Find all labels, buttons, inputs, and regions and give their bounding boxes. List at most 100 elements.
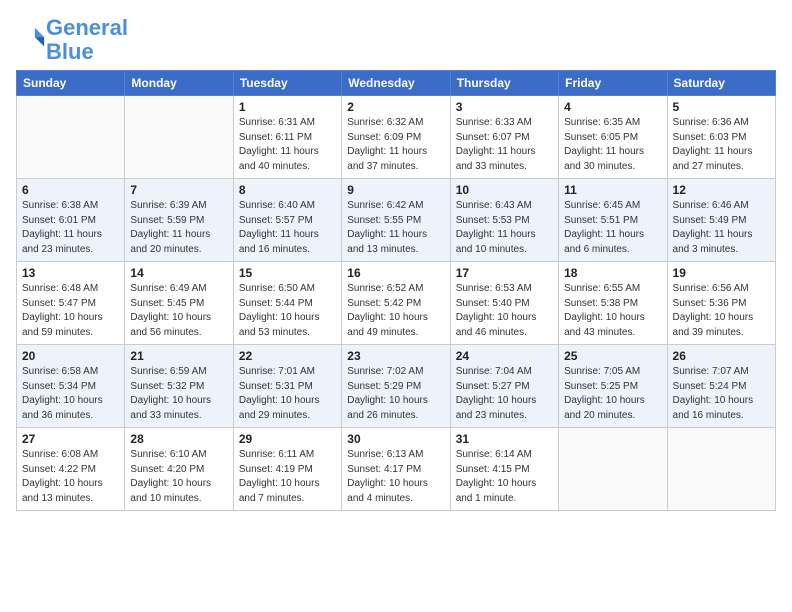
day-info: Sunrise: 6:32 AM Sunset: 6:09 PM Dayligh… <box>347 116 444 174</box>
day-info: Sunrise: 6:46 AM Sunset: 5:49 PM Dayligh… <box>673 199 770 257</box>
day-number: 5 <box>673 100 770 114</box>
calendar-week-row: 1 Sunrise: 6:31 AM Sunset: 6:11 PM Daylig… <box>17 96 776 179</box>
day-info: Sunrise: 7:07 AM Sunset: 5:24 PM Dayligh… <box>673 365 770 423</box>
day-number: 22 <box>239 349 336 363</box>
calendar-cell: 21 Sunrise: 6:59 AM Sunset: 5:32 PM Dayli… <box>125 345 233 428</box>
day-number: 21 <box>130 349 227 363</box>
day-number: 26 <box>673 349 770 363</box>
calendar-cell: 6 Sunrise: 6:38 AM Sunset: 6:01 PM Daylig… <box>17 179 125 262</box>
calendar-cell: 5 Sunrise: 6:36 AM Sunset: 6:03 PM Daylig… <box>667 96 775 179</box>
day-info: Sunrise: 6:08 AM Sunset: 4:22 PM Dayligh… <box>22 448 119 506</box>
day-info: Sunrise: 7:01 AM Sunset: 5:31 PM Dayligh… <box>239 365 336 423</box>
calendar-cell: 8 Sunrise: 6:40 AM Sunset: 5:57 PM Daylig… <box>233 179 341 262</box>
calendar-week-row: 13 Sunrise: 6:48 AM Sunset: 5:47 PM Dayli… <box>17 262 776 345</box>
day-info: Sunrise: 6:49 AM Sunset: 5:45 PM Dayligh… <box>130 282 227 340</box>
day-number: 30 <box>347 432 444 446</box>
day-info: Sunrise: 6:53 AM Sunset: 5:40 PM Dayligh… <box>456 282 553 340</box>
day-info: Sunrise: 6:36 AM Sunset: 6:03 PM Dayligh… <box>673 116 770 174</box>
day-number: 1 <box>239 100 336 114</box>
weekday-header-monday: Monday <box>125 71 233 96</box>
calendar-cell <box>667 428 775 511</box>
day-info: Sunrise: 6:31 AM Sunset: 6:11 PM Dayligh… <box>239 116 336 174</box>
weekday-header-saturday: Saturday <box>667 71 775 96</box>
calendar-cell: 27 Sunrise: 6:08 AM Sunset: 4:22 PM Dayli… <box>17 428 125 511</box>
calendar-table: SundayMondayTuesdayWednesdayThursdayFrid… <box>16 70 776 511</box>
calendar-cell: 20 Sunrise: 6:58 AM Sunset: 5:34 PM Dayli… <box>17 345 125 428</box>
calendar-week-row: 6 Sunrise: 6:38 AM Sunset: 6:01 PM Daylig… <box>17 179 776 262</box>
day-number: 13 <box>22 266 119 280</box>
weekday-header-sunday: Sunday <box>17 71 125 96</box>
calendar-cell: 9 Sunrise: 6:42 AM Sunset: 5:55 PM Daylig… <box>342 179 450 262</box>
day-info: Sunrise: 6:56 AM Sunset: 5:36 PM Dayligh… <box>673 282 770 340</box>
day-info: Sunrise: 6:35 AM Sunset: 6:05 PM Dayligh… <box>564 116 661 174</box>
calendar-cell: 22 Sunrise: 7:01 AM Sunset: 5:31 PM Dayli… <box>233 345 341 428</box>
day-number: 2 <box>347 100 444 114</box>
calendar-cell: 4 Sunrise: 6:35 AM Sunset: 6:05 PM Daylig… <box>559 96 667 179</box>
calendar-cell: 15Sunrise: 6:50 AM Sunset: 5:44 PM Dayli… <box>233 262 341 345</box>
day-number: 9 <box>347 183 444 197</box>
calendar-cell: 28 Sunrise: 6:10 AM Sunset: 4:20 PM Dayli… <box>125 428 233 511</box>
day-number: 11 <box>564 183 661 197</box>
day-number: 12 <box>673 183 770 197</box>
day-number: 16 <box>347 266 444 280</box>
calendar-cell: 26 Sunrise: 7:07 AM Sunset: 5:24 PM Dayli… <box>667 345 775 428</box>
calendar-cell: 17 Sunrise: 6:53 AM Sunset: 5:40 PM Dayli… <box>450 262 558 345</box>
day-number: 31 <box>456 432 553 446</box>
calendar-cell: 16 Sunrise: 6:52 AM Sunset: 5:42 PM Dayli… <box>342 262 450 345</box>
calendar-header: SundayMondayTuesdayWednesdayThursdayFrid… <box>17 71 776 96</box>
day-info: Sunrise: 7:02 AM Sunset: 5:29 PM Dayligh… <box>347 365 444 423</box>
day-info: Sunrise: 6:48 AM Sunset: 5:47 PM Dayligh… <box>22 282 119 340</box>
day-number: 6 <box>22 183 119 197</box>
calendar-week-row: 27 Sunrise: 6:08 AM Sunset: 4:22 PM Dayli… <box>17 428 776 511</box>
day-info: Sunrise: 6:10 AM Sunset: 4:20 PM Dayligh… <box>130 448 227 506</box>
day-info: Sunrise: 6:52 AM Sunset: 5:42 PM Dayligh… <box>347 282 444 340</box>
calendar-body: 1 Sunrise: 6:31 AM Sunset: 6:11 PM Daylig… <box>17 96 776 511</box>
day-number: 28 <box>130 432 227 446</box>
calendar-cell: 13 Sunrise: 6:48 AM Sunset: 5:47 PM Dayli… <box>17 262 125 345</box>
day-number: 10 <box>456 183 553 197</box>
day-number: 19 <box>673 266 770 280</box>
day-number: 27 <box>22 432 119 446</box>
calendar-cell: 31Sunrise: 6:14 AM Sunset: 4:15 PM Dayli… <box>450 428 558 511</box>
weekday-header-thursday: Thursday <box>450 71 558 96</box>
day-info: Sunrise: 6:38 AM Sunset: 6:01 PM Dayligh… <box>22 199 119 257</box>
calendar-cell: 24 Sunrise: 7:04 AM Sunset: 5:27 PM Dayli… <box>450 345 558 428</box>
calendar-cell: 18Sunrise: 6:55 AM Sunset: 5:38 PM Dayli… <box>559 262 667 345</box>
day-info: Sunrise: 6:40 AM Sunset: 5:57 PM Dayligh… <box>239 199 336 257</box>
calendar-cell <box>125 96 233 179</box>
day-number: 17 <box>456 266 553 280</box>
calendar-cell <box>559 428 667 511</box>
day-info: Sunrise: 6:39 AM Sunset: 5:59 PM Dayligh… <box>130 199 227 257</box>
weekday-header-friday: Friday <box>559 71 667 96</box>
day-info: Sunrise: 6:59 AM Sunset: 5:32 PM Dayligh… <box>130 365 227 423</box>
logo-icon <box>18 24 46 52</box>
logo: General Blue <box>16 16 128 64</box>
day-number: 18 <box>564 266 661 280</box>
day-info: Sunrise: 7:04 AM Sunset: 5:27 PM Dayligh… <box>456 365 553 423</box>
calendar-cell: 14Sunrise: 6:49 AM Sunset: 5:45 PM Dayli… <box>125 262 233 345</box>
logo-text-line2: Blue <box>46 40 128 64</box>
weekday-header-row: SundayMondayTuesdayWednesdayThursdayFrid… <box>17 71 776 96</box>
calendar-week-row: 20 Sunrise: 6:58 AM Sunset: 5:34 PM Dayli… <box>17 345 776 428</box>
day-number: 20 <box>22 349 119 363</box>
calendar-cell <box>17 96 125 179</box>
weekday-header-wednesday: Wednesday <box>342 71 450 96</box>
day-number: 29 <box>239 432 336 446</box>
day-number: 24 <box>456 349 553 363</box>
day-number: 8 <box>239 183 336 197</box>
day-info: Sunrise: 6:11 AM Sunset: 4:19 PM Dayligh… <box>239 448 336 506</box>
day-info: Sunrise: 6:58 AM Sunset: 5:34 PM Dayligh… <box>22 365 119 423</box>
calendar-cell: 23Sunrise: 7:02 AM Sunset: 5:29 PM Dayli… <box>342 345 450 428</box>
day-info: Sunrise: 6:50 AM Sunset: 5:44 PM Dayligh… <box>239 282 336 340</box>
day-info: Sunrise: 6:43 AM Sunset: 5:53 PM Dayligh… <box>456 199 553 257</box>
day-number: 7 <box>130 183 227 197</box>
calendar-cell: 25Sunrise: 7:05 AM Sunset: 5:25 PM Dayli… <box>559 345 667 428</box>
day-info: Sunrise: 7:05 AM Sunset: 5:25 PM Dayligh… <box>564 365 661 423</box>
calendar-cell: 29 Sunrise: 6:11 AM Sunset: 4:19 PM Dayli… <box>233 428 341 511</box>
day-info: Sunrise: 6:42 AM Sunset: 5:55 PM Dayligh… <box>347 199 444 257</box>
calendar-cell: 1 Sunrise: 6:31 AM Sunset: 6:11 PM Daylig… <box>233 96 341 179</box>
day-info: Sunrise: 6:33 AM Sunset: 6:07 PM Dayligh… <box>456 116 553 174</box>
calendar-cell: 3Sunrise: 6:33 AM Sunset: 6:07 PM Daylig… <box>450 96 558 179</box>
day-number: 4 <box>564 100 661 114</box>
weekday-header-tuesday: Tuesday <box>233 71 341 96</box>
